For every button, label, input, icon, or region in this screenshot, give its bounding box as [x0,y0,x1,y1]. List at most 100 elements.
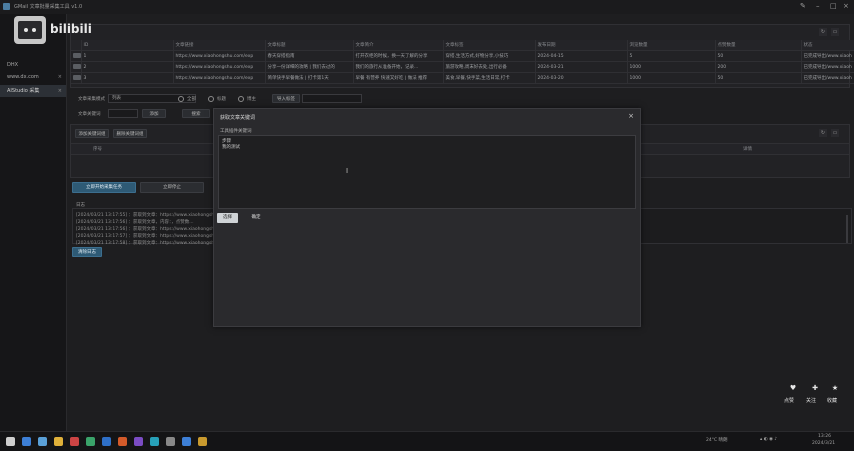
column-header: 状态 [801,40,854,51]
sidebar-item-aistudio[interactable]: AIStudio 采集 × [0,85,66,97]
log-line: [2024/03/21 13:17:58] ：获取到文章：https://www… [76,241,233,246]
close-icon[interactable]: × [628,112,634,120]
close-icon[interactable]: × [58,71,62,83]
add-keyword-group-button[interactable]: 添加关键词组 [75,129,109,138]
close-window-icon[interactable]: × [843,2,849,10]
table-cell: 分享一份详细的攻略 | 我们去过的 [265,61,354,73]
app-icon[interactable] [102,437,111,446]
table-cell: 5 [627,50,716,62]
refresh-icon[interactable]: ↻ [819,28,827,36]
table-cell: 旅游攻略,周末好去处,出行必备 [443,61,536,73]
keyword-input[interactable] [108,109,138,118]
start-collect-button[interactable]: 立即开始采集任务 [72,182,136,193]
log-line: [2024/03/21 13:17:56] ：获取到文章，内容：，点赞数... [76,220,194,225]
column-header: 文章标签 [443,40,536,51]
table-cell: 穿搭,生活方式,好物分享,小技巧 [443,50,536,62]
table-cell: 打开衣柜的时候，换一天了解的分享 [353,50,444,62]
minimize-icon[interactable]: – [816,2,820,10]
collapse-icon[interactable]: ▭ [831,129,839,137]
close-icon[interactable]: × [58,85,62,97]
sidebar: DHX www.dx.com × AIStudio 采集 × [0,14,67,431]
column-header: 发布日期 [535,40,628,51]
column-header: 点赞数量 [715,40,802,51]
dialog-title: 获取文章关键词 [220,115,256,121]
articles-table-panel: ↻ ▭ ID 文章链接 文章标题 文章简介 文章标签 发布日期 浏览数量 点赞数… [70,24,854,88]
table-cell: 3 [81,72,174,84]
radio-author[interactable] [238,96,244,102]
radio-all[interactable] [178,96,184,102]
table-cell: 2024-03-20 [535,72,628,84]
add-keyword-button[interactable]: 添加 [142,109,166,118]
app-icon[interactable] [118,437,127,446]
stop-collect-button[interactable]: 立即停止 [140,182,204,193]
pin-icon[interactable]: ✎ [800,2,806,10]
mode-label: 文章采集模式 [78,97,105,102]
text-cursor-icon: I [346,167,349,175]
app-icon[interactable] [166,437,175,446]
column-header: 文章简介 [353,40,444,51]
sidebar-item-label: DHX [7,62,19,68]
radio-title[interactable] [208,96,214,102]
app-icon[interactable] [182,437,191,446]
collapse-icon[interactable]: ▭ [831,28,839,36]
delete-keyword-group-button[interactable]: 删除关键词组 [113,129,147,138]
taskview-icon[interactable] [38,437,47,446]
bilibili-watermark: bilibili [12,12,124,48]
heart-icon[interactable]: ♥ [786,384,800,392]
row-checkbox[interactable] [73,74,80,80]
import-tags-button[interactable]: 导入标签 [272,94,300,103]
tray-icons[interactable]: ▴ ◐ ◉ ♪ [760,437,777,442]
maximize-icon[interactable]: □ [830,2,837,10]
plus-icon[interactable]: ✚ [808,384,822,392]
app-icon[interactable] [150,437,159,446]
table-cell: 200 [715,61,802,73]
table-cell: 2024-03-21 [535,61,628,73]
sidebar-item-label: AIStudio 采集 [7,88,40,94]
sidebar-item-dx[interactable]: www.dx.com × [0,71,66,83]
refresh-icon[interactable]: ↻ [819,129,827,137]
start-icon[interactable] [6,437,15,446]
select-button[interactable]: 选择 [217,213,238,223]
radio-all-label: 全部 [187,97,196,102]
table-row[interactable]: 3 https://www.xiaohongshu.com/exp 简单快手早餐… [71,72,854,84]
column-header: 序号 [93,147,102,152]
log-line: [2024/03/21 13:17:55] ：获取到文章：https://www… [76,213,233,218]
app-icon[interactable] [198,437,207,446]
explorer-icon[interactable] [54,437,63,446]
clock-date: 2024/3/21 [812,441,836,446]
row-checkbox[interactable] [73,52,80,58]
search-icon[interactable] [22,437,31,446]
app-icon[interactable] [70,437,79,446]
table-header-row: ID 文章链接 文章标题 文章简介 文章标签 发布日期 浏览数量 点赞数量 状态 [71,40,854,51]
app-icon [3,3,10,10]
table-cell: 早餐 有营养 快速又好吃 | 做法 推荐 [353,72,444,84]
table-cell: 50 [715,72,802,84]
keyword-textarea[interactable] [218,135,636,209]
column-header: 浏览数量 [627,40,716,51]
app-icon[interactable] [134,437,143,446]
search-button[interactable]: 搜索 [182,109,210,118]
table-row[interactable]: 1 https://www.xiaohongshu.com/exp 春天穿搭指南… [71,50,854,62]
column-header: 详情 [743,147,752,152]
radio-author-label: 博主 [247,97,256,102]
import-path-input[interactable] [302,94,362,103]
row-checkbox[interactable] [73,63,80,69]
star-icon[interactable]: ★ [828,384,842,392]
clock-time: 13:26 [818,434,831,439]
articles-table: ID 文章链接 文章标题 文章简介 文章标签 发布日期 浏览数量 点赞数量 状态… [71,40,854,84]
table-cell: 已完成导出/www.xiaoh [801,50,854,62]
like-label: 点赞 [784,398,795,404]
table-cell: 简单快手早餐做法 | 打卡第1天 [265,72,354,84]
table-row[interactable]: 2 https://www.xiaohongshu.com/exp 分享一份详细… [71,61,854,73]
clear-log-button[interactable]: 清除日志 [72,247,102,257]
confirm-button[interactable]: 确定 [244,213,268,223]
log-line: [2024/03/21 13:17:57] ：获取到文章：https://www… [76,234,233,239]
sidebar-item-dhx[interactable]: DHX [0,59,66,71]
log-scrollbar[interactable] [846,215,848,243]
dialog-subtitle: 工具插件关键词 [220,129,252,134]
favorite-label: 收藏 [827,398,838,404]
table-cell: https://www.xiaohongshu.com/exp [173,61,266,73]
app-icon[interactable] [86,437,95,446]
table-cell: 2024-04-15 [535,50,628,62]
table-cell: 1000 [627,61,716,73]
